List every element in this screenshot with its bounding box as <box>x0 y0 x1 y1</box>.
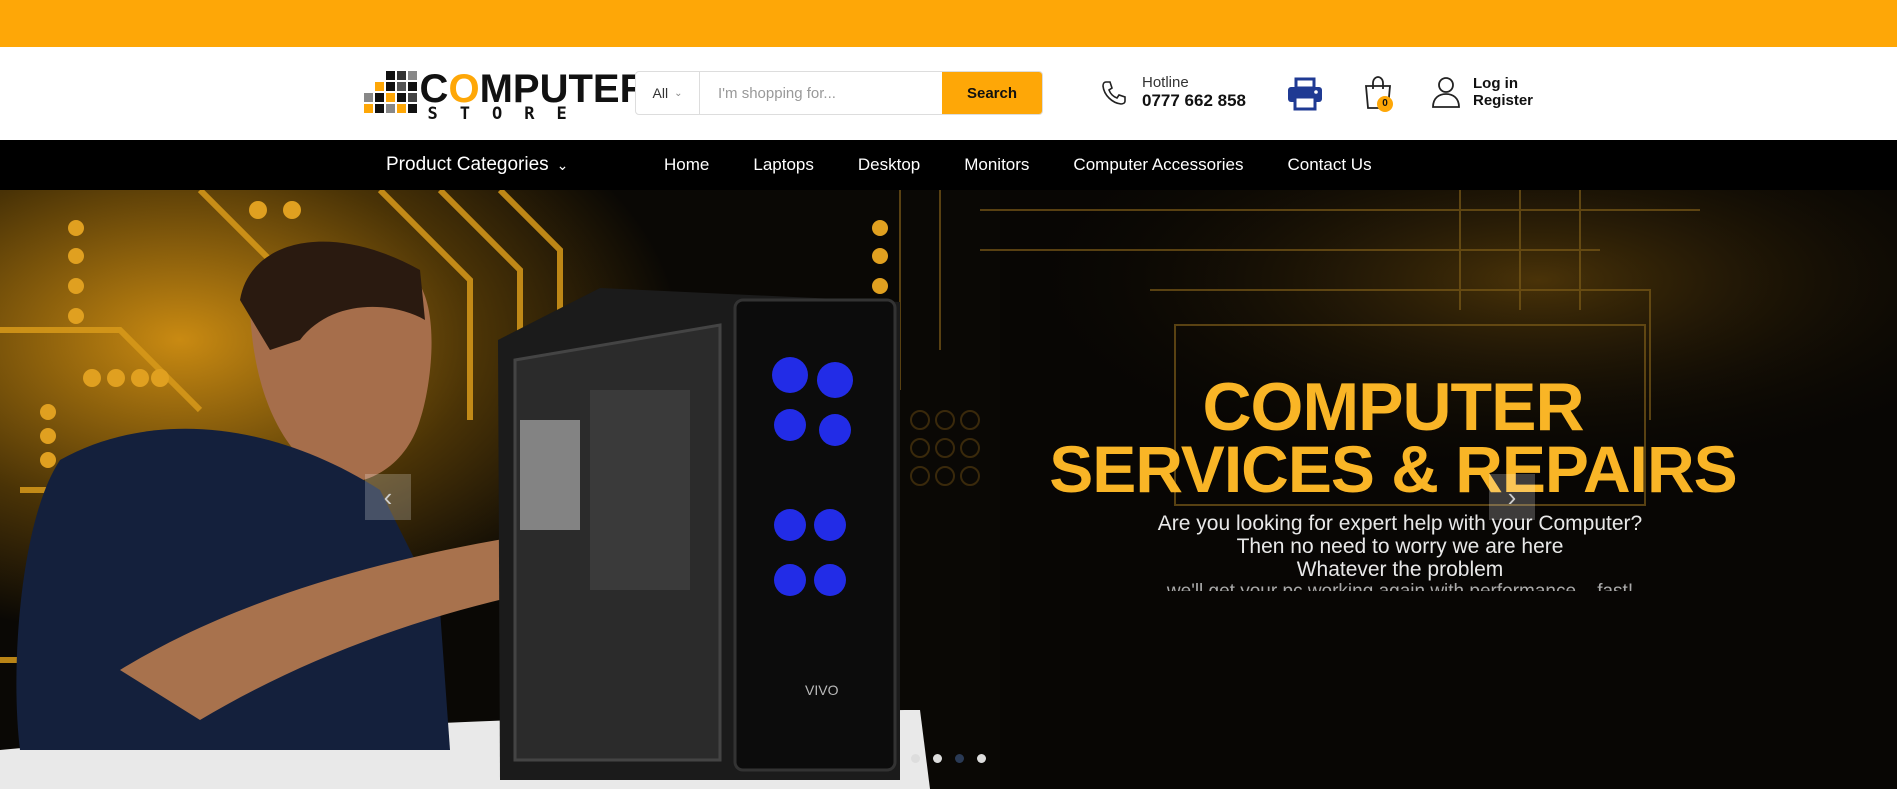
nav-link-computer-accessories[interactable]: Computer Accessories <box>1073 155 1243 175</box>
printer-icon[interactable] <box>1287 77 1323 111</box>
nav-link-contact-us[interactable]: Contact Us <box>1288 155 1372 175</box>
slider-next-button[interactable]: › <box>1489 474 1535 520</box>
hotline-number: 0777 662 858 <box>1142 91 1246 110</box>
chevron-right-icon: › <box>1507 482 1517 512</box>
logo-subtitle: STORE <box>427 104 589 124</box>
search-category-value: All <box>652 85 669 101</box>
nav-link-monitors[interactable]: Monitors <box>964 155 1029 175</box>
user-icon[interactable] <box>1431 76 1461 108</box>
chevron-left-icon: ‹ <box>383 482 393 512</box>
phone-icon <box>1102 80 1126 105</box>
nav-link-home[interactable]: Home <box>664 155 709 175</box>
hero-title-line2: SERVICES & REPAIRS <box>1049 432 1737 506</box>
logo-grid-icon <box>364 69 420 121</box>
nav-link-laptops[interactable]: Laptops <box>753 155 814 175</box>
search-button[interactable]: Search <box>942 72 1042 114</box>
slider-pagination <box>911 754 986 763</box>
hero-title-line1: COMPUTER <box>1202 369 1584 445</box>
logo-wordmark: COMPUTER <box>419 67 649 111</box>
slider-dot-3[interactable] <box>955 754 964 763</box>
hero-desc-line4: we'll get your pc working again with per… <box>1080 579 1720 591</box>
hero-desc-line2: Then no need to worry we are here <box>1236 535 1564 558</box>
nav-link-desktop[interactable]: Desktop <box>858 155 920 175</box>
hero-title: COMPUTER SERVICES & REPAIRS <box>1028 369 1758 506</box>
product-categories-menu[interactable]: Product Categories ⌄ <box>386 140 568 190</box>
hero-desc-line3: Whatever the problem <box>1296 558 1504 581</box>
hero-slider: VIVO COMPUTER SERVICES & REPAIRS Are you… <box>0 190 1897 789</box>
site-logo[interactable]: COMPUTER STORE <box>364 67 648 124</box>
cart-count-badge: 0 <box>1377 96 1393 112</box>
main-navigation: Product Categories ⌄ Home Laptops Deskto… <box>0 140 1897 190</box>
hotline[interactable]: Hotline 0777 662 858 <box>1100 74 1246 111</box>
site-header: COMPUTER STORE All ⌄ Search Hotline 0777… <box>0 47 1897 140</box>
chevron-down-icon: ⌄ <box>556 157 569 173</box>
hero-description: Are you looking for expert help with you… <box>1080 512 1720 591</box>
search-input[interactable] <box>700 72 942 114</box>
top-accent-bar <box>0 0 1897 47</box>
hero-desc-line1: Are you looking for expert help with you… <box>1157 512 1643 535</box>
slider-dot-1[interactable] <box>911 754 920 763</box>
account-menu: Log in Register <box>1431 75 1533 109</box>
login-link[interactable]: Log in <box>1473 75 1533 92</box>
slider-dot-2[interactable] <box>933 754 942 763</box>
search-bar: All ⌄ Search <box>635 71 1043 115</box>
register-link[interactable]: Register <box>1473 92 1533 109</box>
slider-prev-button[interactable]: ‹ <box>365 474 411 520</box>
chevron-down-icon: ⌄ <box>674 87 683 99</box>
product-categories-label: Product Categories <box>386 154 549 175</box>
search-category-select[interactable]: All ⌄ <box>636 72 700 114</box>
case-brand-logo: VIVO <box>805 682 839 698</box>
slider-dot-4[interactable] <box>977 754 986 763</box>
hotline-label: Hotline <box>1142 74 1189 91</box>
